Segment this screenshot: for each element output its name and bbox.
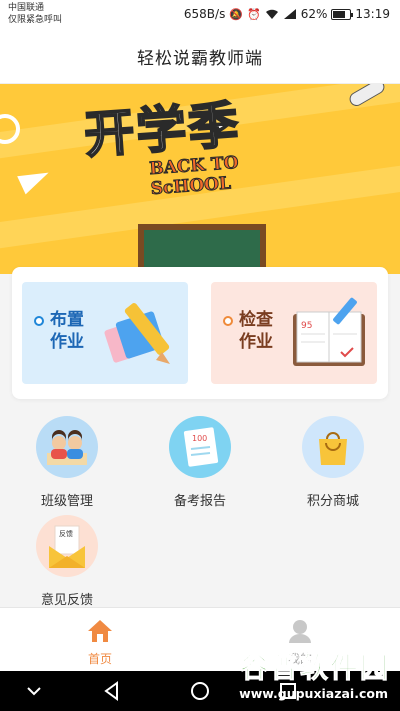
watermark-url: www.gupuxiazai.com	[239, 686, 388, 701]
assign-dot-icon	[34, 316, 44, 326]
assign-homework-button[interactable]: 布置作业	[22, 282, 188, 384]
grid-item-class-management[interactable]: 班级管理	[12, 416, 122, 516]
exam-report-icon: 100	[169, 416, 231, 478]
carrier-info: 中国联通 仅限紧急呼叫	[8, 2, 62, 26]
grid-item-points-mall[interactable]: 积分商城	[278, 416, 388, 516]
emergency-only-text: 仅限紧急呼叫	[8, 15, 63, 25]
shopping-bag-icon	[302, 416, 364, 478]
paper-plane-icon	[17, 163, 53, 195]
class-management-icon	[36, 416, 98, 478]
report-score-text: 100	[192, 434, 207, 443]
grid-label: 备考报告	[173, 494, 226, 509]
user-icon	[289, 620, 311, 643]
feedback-card-text: 反馈	[59, 529, 73, 538]
signal-icon	[283, 9, 296, 19]
tab-home[interactable]: 首页	[0, 608, 200, 672]
assign-homework-label: 布置作业	[50, 310, 84, 352]
wifi-icon	[265, 9, 278, 19]
status-indicators: 658B/s 🔕 ⏰ 62% 13:19	[184, 6, 390, 22]
check-dot-icon	[223, 316, 233, 326]
grid-item-feedback[interactable]: 反馈 意见反馈	[12, 515, 122, 615]
watermark-logo-text: 谷普软件园	[239, 651, 390, 685]
hide-keyboard-icon[interactable]	[22, 679, 46, 703]
grid-label: 积分商城	[306, 494, 359, 509]
battery-percent: 62%	[300, 7, 328, 21]
battery-icon	[331, 8, 354, 20]
check-homework-button[interactable]: 检查作业 95	[211, 282, 377, 384]
homework-card: 布置作业 检查作业 95	[12, 267, 388, 399]
notebook-check-icon: 95	[293, 297, 365, 366]
status-bar: 中国联通 仅限紧急呼叫 658B/s 🔕 ⏰ 62% 13:19	[0, 0, 400, 30]
grid-label: 班级管理	[40, 494, 93, 509]
carrier-name: 中国联通	[8, 3, 45, 13]
grid-label: 意见反馈	[40, 593, 93, 608]
home-circle-icon[interactable]	[188, 679, 212, 703]
clock: 13:19	[355, 7, 390, 21]
banner-subline: BACK TO ScHOOL	[148, 152, 241, 199]
back-icon[interactable]	[100, 679, 124, 703]
home-icon	[88, 620, 112, 642]
mute-icon: 🔕	[229, 7, 244, 21]
title-bar: 轻松说霸教师端	[0, 30, 400, 84]
tab-home-label: 首页	[87, 652, 112, 666]
net-speed: 658B/s	[183, 7, 226, 21]
grid-item-exam-report[interactable]: 100 备考报告	[145, 416, 255, 516]
watermark: 谷普软件园 www.gupuxiazai.com	[216, 646, 396, 708]
page-title: 轻松说霸教师端	[137, 49, 263, 69]
score-text: 95	[301, 321, 312, 331]
check-homework-label: 检查作业	[239, 310, 273, 352]
feedback-envelope-icon: 反馈	[36, 515, 98, 577]
alarm-icon: ⏰	[247, 7, 261, 21]
books-pencil-icon	[104, 303, 170, 364]
banner[interactable]: 开学季 BACK TO ScHOOL	[0, 84, 400, 274]
